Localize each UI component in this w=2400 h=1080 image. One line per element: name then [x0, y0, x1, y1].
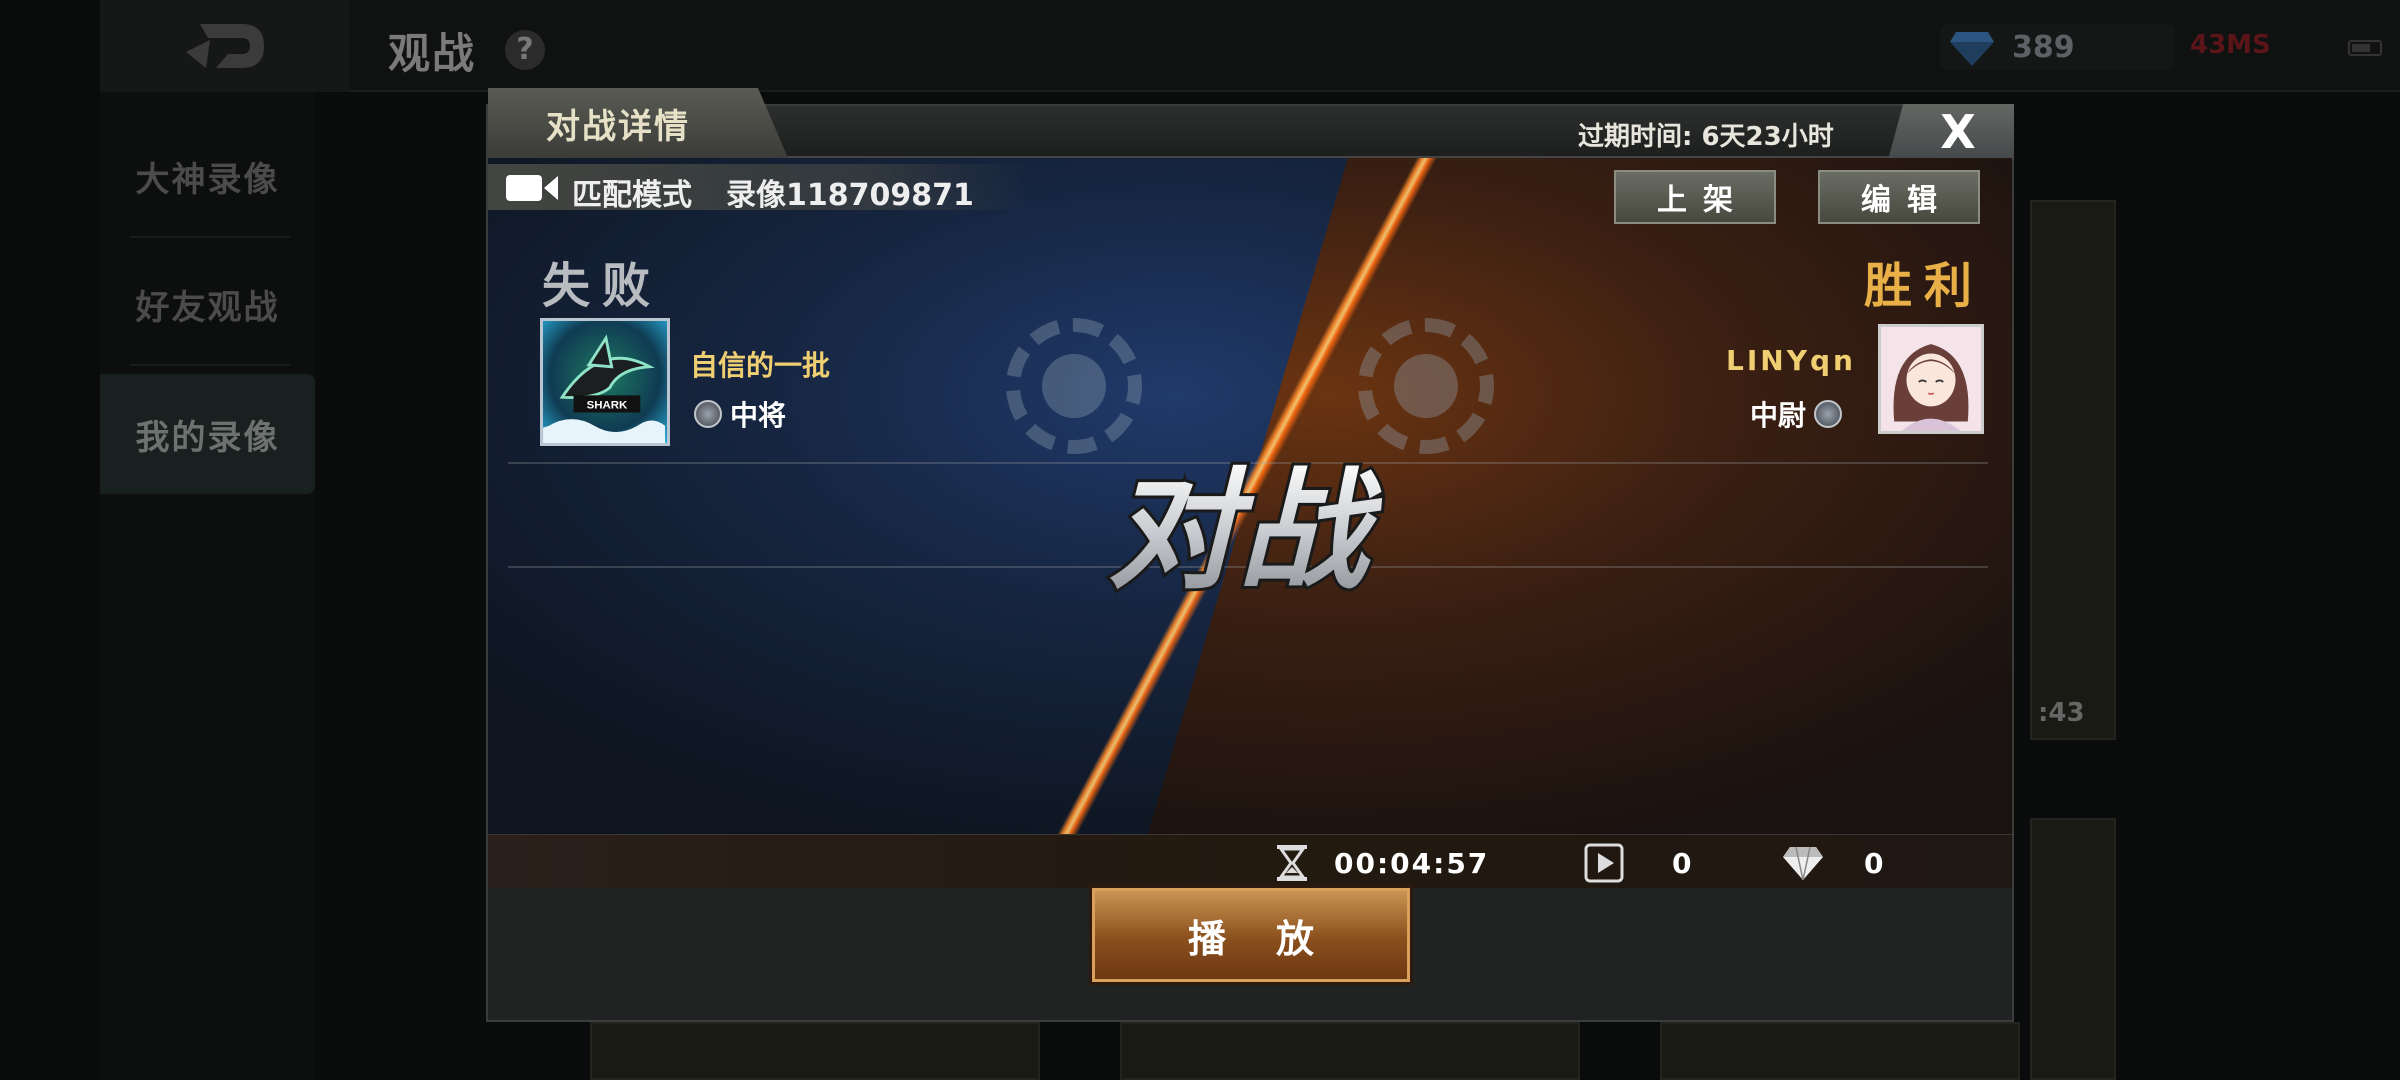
player-name-left: 自信的一批: [690, 349, 831, 382]
match-mode: 匹配模式: [572, 178, 692, 213]
video-icon: [506, 175, 558, 201]
expire-time: 过期时间: 6天23小时: [1578, 122, 1834, 152]
player-rank-left: 中将: [694, 394, 786, 434]
result-lose: 失败: [542, 258, 663, 314]
plays-value: 0: [1672, 846, 1694, 880]
hourglass-icon: [1277, 845, 1307, 881]
sidebar-item-friends-spectate[interactable]: 好友观战: [100, 244, 315, 364]
ping-indicator: 43MS: [2190, 30, 2271, 60]
edit-button[interactable]: 编辑: [1818, 170, 1980, 224]
rank-badge-icon: [1814, 400, 1843, 428]
diamond-counter: 389: [1940, 24, 2175, 70]
sidebar-divider: [130, 364, 290, 366]
list-button[interactable]: 上架: [1614, 170, 1776, 224]
vs-logo: 对战: [1105, 455, 1386, 607]
vs-text: 对战: [1108, 458, 1383, 604]
sidebar: 大神录像 好友观战 我的录像: [100, 92, 315, 1080]
background-replay-card: :43: [2030, 200, 2116, 740]
page-title: 观战: [388, 29, 477, 78]
rank-label-left: 中将: [730, 399, 787, 432]
dialog-title-tab: 对战详情: [488, 88, 788, 158]
background-card-time: :43: [2038, 698, 2085, 728]
play-button[interactable]: 播放: [1092, 888, 1410, 982]
help-icon[interactable]: ?: [505, 30, 545, 70]
sidebar-item-my-replays[interactable]: 我的录像: [100, 374, 315, 494]
background-replay-card: [590, 1022, 1040, 1080]
back-button[interactable]: [100, 0, 350, 92]
dialog-header: 对战详情 过期时间: 6天23小时 X: [488, 88, 2014, 160]
background-replay-card: [1120, 1022, 1580, 1080]
close-button[interactable]: X: [1888, 104, 2014, 160]
diamond-icon: [1950, 32, 1994, 66]
battle-detail-dialog: 对战详情 过期时间: 6天23小时 X 匹配模式 录像118709871 上架 …: [486, 88, 2014, 1022]
diamond-icon: [1783, 846, 1823, 881]
background-replay-card: [2030, 818, 2116, 1080]
dialog-title: 对战详情: [546, 106, 690, 147]
battle-summary-panel: 匹配模式 录像118709871 上架 编辑 失败 胜利 SHARK 自信的一批…: [488, 158, 2012, 834]
record-id: 录像118709871: [726, 178, 974, 213]
diamond-stat: 0: [1782, 843, 1885, 883]
player-name-right: LINYqn: [1726, 344, 1856, 377]
rank-badge-icon: [694, 400, 722, 428]
avatar-text: SHARK: [587, 400, 628, 412]
rank-label-right: 中尉: [1750, 399, 1807, 432]
duration-value: 00:04:57: [1334, 846, 1490, 880]
play-count-icon: [1584, 843, 1624, 883]
battery-icon: [2348, 40, 2382, 56]
shark-logo: SHARK: [543, 334, 666, 443]
close-icon: X: [1940, 105, 1976, 159]
background-replay-card: [1660, 1022, 2020, 1080]
plays-stat: 0: [1584, 843, 1693, 883]
player-rank-right: 中尉: [1750, 394, 1843, 434]
diamond-value: 0: [1864, 846, 1886, 880]
sidebar-divider: [130, 236, 290, 238]
duration-stat: 00:04:57: [1274, 843, 1489, 883]
back-icon: [186, 24, 264, 68]
player-avatar-right[interactable]: [1878, 324, 1984, 434]
diamond-count: 389: [2012, 30, 2075, 65]
sidebar-item-master-replays[interactable]: 大神录像: [100, 116, 315, 236]
mode-bar: 匹配模式 录像118709871: [488, 164, 1028, 213]
stats-bar: 00:04:57 0 0: [488, 834, 2012, 888]
result-win: 胜利: [1864, 258, 1985, 314]
player-avatar-left[interactable]: SHARK: [540, 318, 670, 446]
girl-portrait: [1893, 344, 1969, 431]
